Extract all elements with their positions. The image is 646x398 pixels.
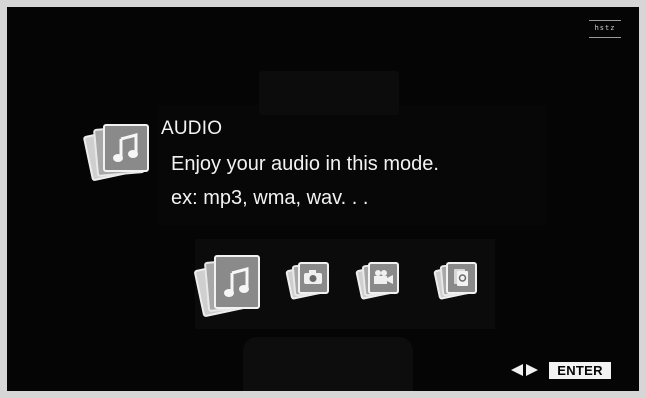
camera-icon <box>299 263 326 291</box>
music-note-icon <box>216 259 258 305</box>
background-band <box>259 71 399 115</box>
left-right-arrows-icon <box>510 364 539 376</box>
mode-file-button[interactable] <box>433 259 479 300</box>
menu-screen: hstz AUDIO Enjoy your audio in this mode… <box>7 7 639 391</box>
mode-formats: ex: mp3, wma, wav. . . <box>171 187 369 209</box>
audio-mode-large-icon <box>82 119 155 182</box>
file-icon <box>447 263 474 291</box>
mode-photo-button[interactable] <box>285 259 331 300</box>
device-logo: hstz <box>589 20 621 38</box>
video-camera-icon <box>369 263 396 291</box>
mode-audio-button[interactable] <box>193 253 263 318</box>
mode-description: Enjoy your audio in this mode. <box>171 153 439 175</box>
enter-key-hint: ENTER <box>549 362 611 379</box>
background-pedestal <box>243 337 413 391</box>
mode-video-button[interactable] <box>355 259 401 300</box>
mode-title: AUDIO <box>161 118 223 139</box>
music-note-icon <box>105 126 147 170</box>
